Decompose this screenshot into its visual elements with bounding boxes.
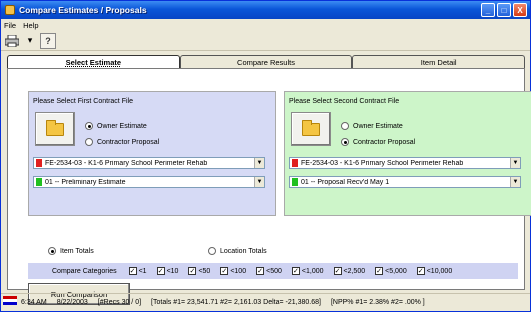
green-marker [36,178,42,186]
green-marker [292,178,298,186]
status-bar: 6:34 AM 8/22/2003 [#Recs 30 / 0] [Totals… [1,293,530,311]
radio-dot [341,122,349,130]
category-checkbox[interactable]: ✓ <10 [156,267,178,275]
tab-item-detail[interactable]: Item Detail [352,55,526,68]
category-checkbox[interactable]: ✓ <50 [188,267,210,275]
first-contract-group: Please Select First Contract File Owner … [28,91,276,216]
menu-help[interactable]: Help [23,21,38,30]
category-checkbox[interactable]: ✓ <500 [256,267,282,275]
tab-strip: Select Estimate Compare Results Item Det… [7,55,526,68]
tab-compare-results[interactable]: Compare Results [179,55,353,68]
select-estimate-panel: Please Select First Contract File Owner … [7,68,531,305]
tab-select-estimate[interactable]: Select Estimate [7,55,180,68]
folder-icon [46,119,64,136]
category-checkbox[interactable]: ✓ <100 [220,267,246,275]
location-totals-radio[interactable]: Location Totals [208,247,267,255]
first-owner-estimate-radio[interactable]: Owner Estimate [85,122,147,130]
first-estimate-select[interactable]: 01 -- Preliminary Estimate ▼ [33,176,265,188]
minimize-button[interactable]: _ [481,3,495,17]
second-estimate-select[interactable]: 01 -- Proposal Recv'd May 1 ▼ [289,176,521,188]
chevron-down-icon[interactable]: ▼ [254,177,264,187]
category-checkbox[interactable]: ✓ <2,500 [333,267,365,275]
radio-dot [208,247,216,255]
chevron-down-icon[interactable]: ▼ [510,158,520,168]
window-title: Compare Estimates / Proposals [19,5,147,15]
menu-bar: File Help [1,19,530,31]
help-button[interactable]: ? [40,32,56,49]
status-totals: [Totals #1= 23,541.71 #2= 2,161.03 Delta… [151,299,321,306]
title-bar[interactable]: Compare Estimates / Proposals _ □ X [1,1,530,19]
first-contract-header: Please Select First Contract File [33,98,133,105]
compare-categories-row: Compare Categories ✓ <1 ✓ <10 ✓ <50 ✓ <100 ✓… [28,263,518,279]
compare-categories-label: Compare Categories [52,267,117,275]
toolbar: ▾ ? [1,31,530,51]
second-contractor-proposal-radio[interactable]: Contractor Proposal [341,138,415,146]
category-checkbox[interactable]: ✓ <1 [128,267,147,275]
app-window: Compare Estimates / Proposals _ □ X File… [0,0,531,312]
red-marker [292,159,298,167]
first-contractor-proposal-radio[interactable]: Contractor Proposal [85,138,159,146]
dropdown-arrow-icon[interactable]: ▾ [22,33,38,49]
open-folder-button[interactable] [35,112,75,146]
menu-file[interactable]: File [4,21,16,30]
status-date: 8/22/2003 [56,299,88,306]
first-contract-select[interactable]: FE-2534-03 - K1-6 Primary School Perimet… [33,157,265,169]
radio-dot [341,138,349,146]
status-npp: [NPP% #1= 2.38% #2= .00% ] [330,299,425,306]
app-icon [5,5,15,15]
chevron-down-icon[interactable]: ▼ [510,177,520,187]
status-recs: [#Recs 30 / 0] [97,299,142,306]
folder-icon [302,119,320,136]
radio-dot [85,122,93,130]
open-folder-button[interactable] [291,112,331,146]
totals-row: Item Totals Location Totals [28,245,518,256]
second-contract-select[interactable]: FE-2534-03 - K1-6 Primary School Perimet… [289,157,521,169]
status-time: 6:34 AM [21,299,47,306]
second-contract-group: Please Select Second Contract File Owner… [284,91,531,216]
close-button[interactable]: X [513,3,527,17]
radio-dot [48,247,56,255]
radio-dot [85,138,93,146]
maximize-button[interactable]: □ [497,3,511,17]
category-checkbox[interactable]: ✓ <5,000 [375,267,407,275]
item-totals-radio[interactable]: Item Totals [48,247,94,255]
red-marker [36,159,42,167]
second-contract-header: Please Select Second Contract File [289,98,400,105]
chevron-down-icon[interactable]: ▼ [254,158,264,168]
category-checkbox[interactable]: ✓ <1,000 [291,267,324,275]
printer-icon[interactable] [4,33,20,49]
category-checkbox[interactable]: ✓ <10,000 [416,267,452,275]
second-owner-estimate-radio[interactable]: Owner Estimate [341,122,403,130]
